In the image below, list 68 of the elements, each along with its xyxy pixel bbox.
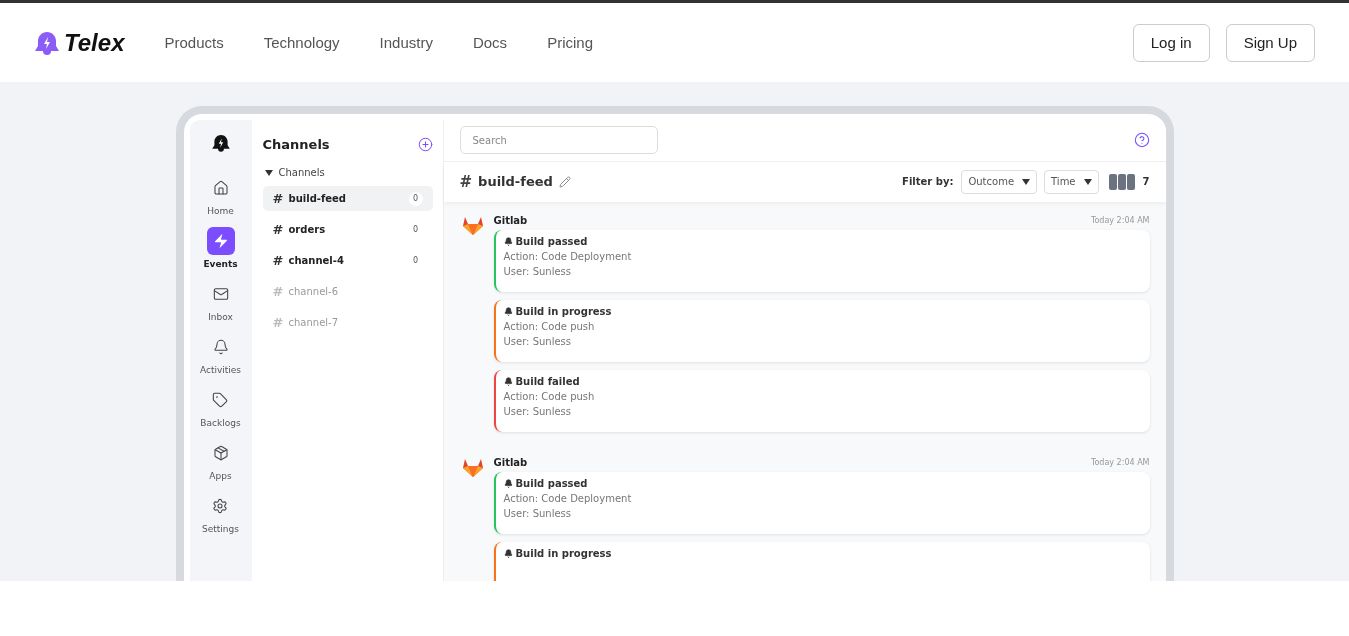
home-icon — [212, 180, 229, 196]
help-icon[interactable] — [1133, 132, 1150, 149]
event-title: Build in progress — [515, 548, 612, 559]
panel-title: Channels — [262, 136, 330, 152]
event-detail: User: Sunless — [503, 406, 573, 417]
signup-button[interactable]: Sign Up — [1225, 23, 1315, 62]
avatar-placeholder — [1108, 173, 1117, 190]
nav-link[interactable]: Docs — [472, 34, 508, 51]
mail-icon — [212, 286, 229, 302]
nav-label: Apps — [209, 471, 232, 481]
event-detail: Action: Code Deployment — [503, 493, 633, 504]
event-detail: User: Sunless — [503, 336, 573, 347]
pencil-icon[interactable] — [558, 175, 571, 188]
section-label[interactable]: Channels — [278, 167, 325, 178]
add-icon[interactable] — [417, 136, 433, 152]
unread-count: 0 — [408, 191, 423, 206]
caret-icon — [1022, 178, 1031, 185]
nav-label: Events — [203, 259, 238, 269]
nav-label: Home — [207, 206, 234, 216]
event-title: Build passed — [515, 478, 588, 489]
box-icon — [212, 445, 229, 461]
nav-label: Activities — [199, 365, 242, 375]
bell-icon — [503, 237, 513, 246]
filter-label: Filter by: — [902, 176, 954, 188]
event-detail: Action: Code push — [503, 321, 596, 332]
hash-symbol: # — [459, 172, 473, 191]
settings-icon — [212, 498, 229, 514]
event-detail: Action: Code Deployment — [503, 251, 633, 262]
avatar-placeholder — [1126, 173, 1135, 190]
filter-dropdown[interactable]: Time — [1044, 169, 1099, 194]
caret-icon — [264, 169, 273, 176]
channel-item[interactable]: # orders 0 — [262, 217, 433, 242]
event-title: Build failed — [515, 376, 580, 387]
lightning-icon — [212, 233, 229, 249]
bell-logo-icon — [210, 132, 231, 154]
member-count: 7 — [1142, 176, 1150, 188]
nav-link[interactable]: Technology — [263, 34, 340, 51]
event-detail: Action: Code push — [503, 391, 596, 402]
nav-label: Settings — [202, 524, 239, 534]
event-detail: User: Sunless — [503, 508, 573, 519]
channel-item[interactable]: # channel-4 0 — [262, 248, 433, 273]
avatar-placeholder — [1117, 173, 1126, 190]
source-name: Gitlab — [493, 214, 528, 226]
event-detail: User: Sunless — [503, 266, 573, 277]
channel-title: build-feed — [478, 174, 553, 190]
nav-label: Inbox — [208, 312, 233, 322]
nav-link[interactable]: Products — [164, 34, 224, 51]
source-name: Gitlab — [493, 456, 528, 468]
event-title: Build passed — [515, 236, 588, 247]
nav-link[interactable]: Industry — [379, 34, 433, 51]
bell-icon — [503, 479, 513, 488]
event-title: Build in progress — [515, 306, 612, 317]
filter-dropdown[interactable]: Outcome — [961, 169, 1038, 194]
bell-icon — [503, 307, 513, 316]
login-button[interactable]: Log in — [1132, 23, 1210, 62]
search-field[interactable]: Search — [459, 126, 658, 155]
timestamp: Today 2:04 AM — [1090, 457, 1150, 467]
caret-icon — [1083, 178, 1092, 185]
nav-button[interactable] — [206, 227, 235, 255]
channel-item[interactable]: # build-feed 0 — [262, 186, 433, 211]
nav-link[interactable]: Pricing — [547, 34, 593, 51]
brand-name[interactable]: Telex — [64, 28, 125, 57]
bell-icon — [503, 549, 513, 558]
tag-icon — [212, 392, 229, 408]
nav-label: Backlogs — [200, 418, 241, 428]
timestamp: Today 2:04 AM — [1090, 215, 1150, 225]
bell-icon — [212, 339, 229, 355]
bell-icon — [503, 377, 513, 386]
